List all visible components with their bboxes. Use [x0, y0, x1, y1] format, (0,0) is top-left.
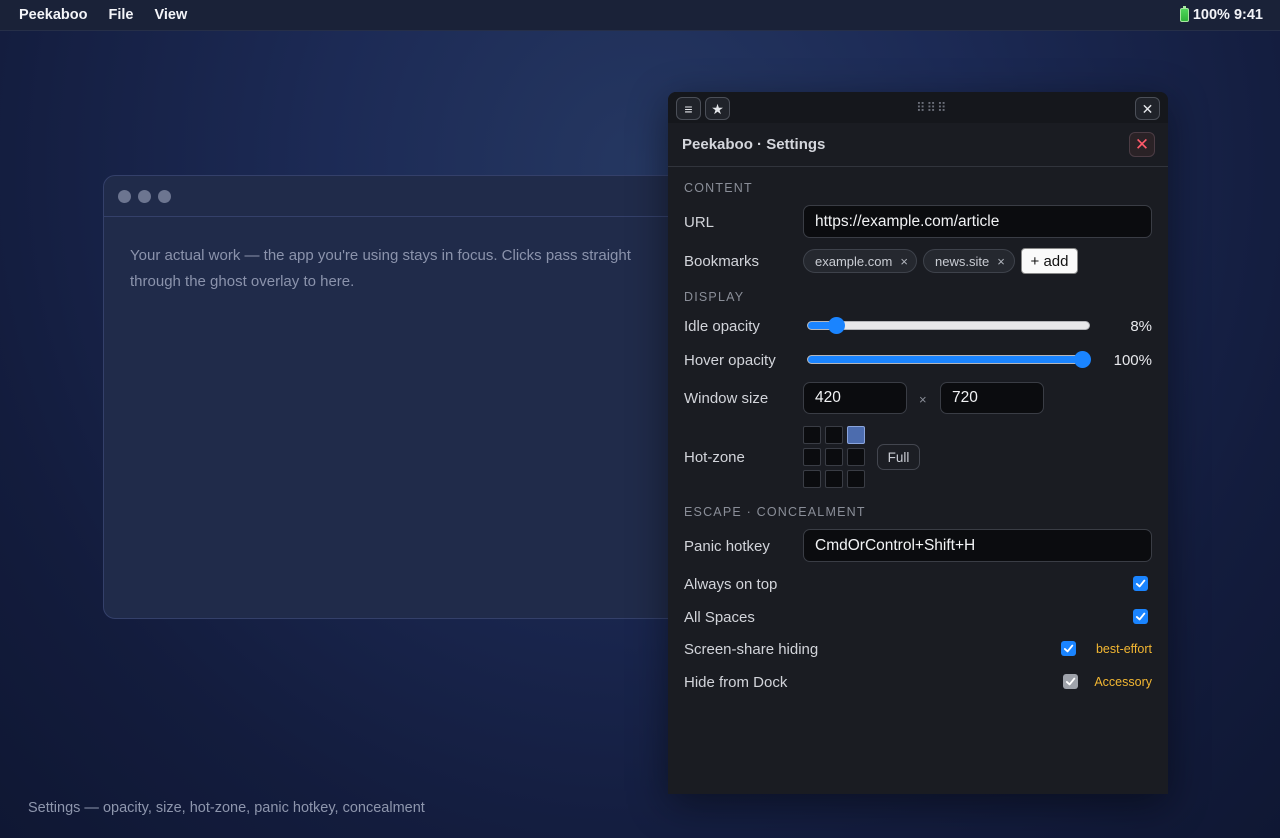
- menu-icon[interactable]: ≡: [676, 97, 701, 120]
- settings-panel: ≡ ★ ⠿⠿⠿ ✕ Peekaboo · Settings ✕ CONTENT …: [668, 92, 1168, 794]
- drag-handle-icon[interactable]: ⠿⠿⠿: [916, 100, 948, 116]
- hotzone-cell-middle-left[interactable]: [803, 448, 821, 466]
- status-text: 100% 9:41: [1192, 7, 1263, 23]
- settings-header: Peekaboo · Settings ✕: [668, 123, 1168, 167]
- hover-opacity-value: 100%: [1113, 352, 1152, 369]
- screen-share-note: best-effort: [1095, 642, 1152, 656]
- overlay-toolbar: ≡ ★ ⠿⠿⠿ ✕: [668, 92, 1168, 123]
- screen-share-checkbox[interactable]: [1061, 641, 1076, 656]
- window-minimize-dot[interactable]: [138, 189, 151, 203]
- hover-opacity-slider[interactable]: [807, 355, 1090, 364]
- close-overlay-icon[interactable]: ✕: [1135, 97, 1160, 120]
- hotzone-full-button[interactable]: Full: [877, 444, 920, 470]
- hotzone-cell-middle-center[interactable]: [825, 448, 843, 466]
- idle-opacity-value: 8%: [1130, 318, 1152, 335]
- window-zoom-dot[interactable]: [158, 189, 171, 203]
- bookmark-chip-label: news.site: [935, 253, 990, 269]
- hide-dock-note: Accessory: [1094, 675, 1152, 689]
- idle-opacity-label: Idle opacity: [684, 318, 760, 335]
- check-icon: [1135, 579, 1146, 588]
- window-close-dot[interactable]: [118, 189, 131, 203]
- hotzone-cell-bottom-left[interactable]: [803, 470, 821, 488]
- app-menu[interactable]: Peekaboo: [19, 7, 88, 23]
- check-icon: [1063, 644, 1074, 653]
- hotzone-cell-top-left[interactable]: [803, 426, 821, 444]
- close-settings-icon[interactable]: ✕: [1129, 132, 1155, 157]
- section-content-heading: CONTENT: [684, 181, 753, 195]
- hotzone-cell-bottom-right[interactable]: [847, 470, 865, 488]
- hotzone-cell-top-center[interactable]: [825, 426, 843, 444]
- check-icon: [1065, 677, 1076, 686]
- check-icon: [1135, 612, 1146, 621]
- url-input[interactable]: https://example.com/article: [803, 205, 1152, 238]
- always-on-top-checkbox[interactable]: [1133, 576, 1148, 591]
- section-escape-heading: ESCAPE · CONCEALMENT: [684, 505, 866, 519]
- remove-bookmark-icon[interactable]: ×: [997, 254, 1005, 269]
- screen-share-label: Screen-share hiding: [684, 641, 819, 658]
- window-size-label: Window size: [684, 390, 769, 407]
- all-spaces-label: All Spaces: [684, 609, 755, 626]
- idle-opacity-slider[interactable]: [807, 321, 1090, 330]
- hotzone-cell-bottom-center[interactable]: [825, 470, 843, 488]
- menu-file[interactable]: File: [109, 7, 134, 23]
- status-area: 100% 9:41: [1179, 6, 1263, 23]
- work-window-titlebar[interactable]: [104, 176, 722, 217]
- menu-bar: Peekaboo File View 100% 9:41: [0, 0, 1280, 31]
- work-window-text: Your actual work — the app you're using …: [130, 247, 631, 290]
- battery-icon: [1179, 6, 1189, 22]
- bookmark-chip[interactable]: example.com ×: [803, 249, 917, 273]
- idle-opacity-thumb[interactable]: [827, 317, 845, 334]
- work-window[interactable]: Your actual work — the app you're using …: [103, 175, 723, 619]
- hotzone-cell-middle-right[interactable]: [847, 448, 865, 466]
- all-spaces-checkbox[interactable]: [1133, 609, 1148, 624]
- caption: Settings — opacity, size, hot-zone, pani…: [28, 800, 425, 816]
- panic-hotkey-label: Panic hotkey: [684, 538, 770, 555]
- remove-bookmark-icon[interactable]: ×: [900, 254, 908, 269]
- panic-hotkey-input[interactable]: CmdOrControl+Shift+H: [803, 529, 1152, 562]
- hide-dock-label: Hide from Dock: [684, 674, 788, 691]
- bookmarks-label: Bookmarks: [684, 253, 760, 270]
- settings-title: Peekaboo · Settings: [682, 136, 826, 153]
- url-label: URL: [684, 214, 715, 231]
- always-on-top-label: Always on top: [684, 576, 778, 593]
- hover-opacity-label: Hover opacity: [684, 352, 776, 369]
- menu-view[interactable]: View: [154, 7, 187, 23]
- section-display-heading: DISPLAY: [684, 290, 745, 304]
- bookmark-chip[interactable]: news.site ×: [923, 249, 1015, 273]
- star-icon[interactable]: ★: [705, 97, 730, 120]
- add-bookmark-button[interactable]: + add: [1021, 248, 1078, 274]
- height-input[interactable]: 720: [940, 382, 1044, 414]
- bookmark-chip-label: example.com: [815, 253, 893, 269]
- times-separator: ×: [919, 392, 927, 407]
- hotzone-cell-top-right[interactable]: [847, 426, 865, 444]
- hover-opacity-thumb[interactable]: [1073, 351, 1091, 368]
- hotzone-label: Hot-zone: [684, 449, 745, 466]
- width-input[interactable]: 420: [803, 382, 907, 414]
- hover-opacity-fill: [808, 356, 1083, 363]
- hide-dock-checkbox: [1063, 674, 1078, 689]
